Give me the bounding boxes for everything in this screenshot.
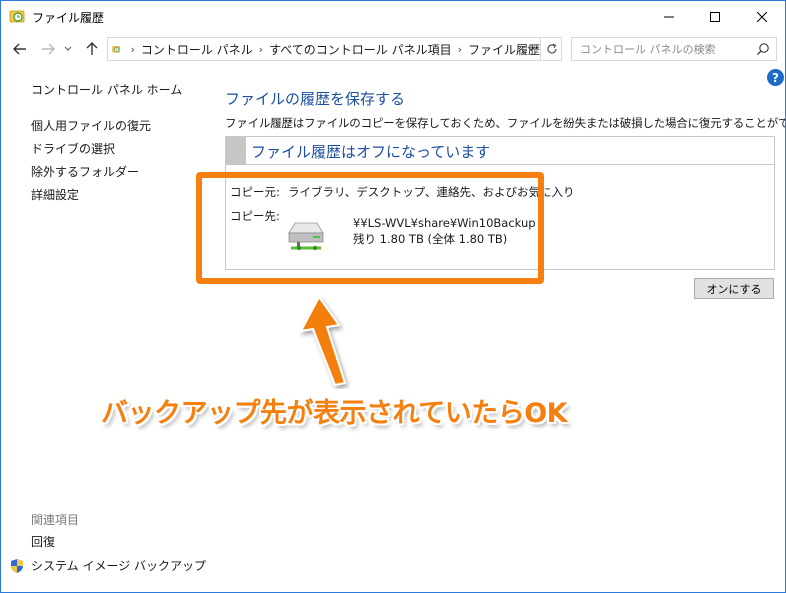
breadcrumb-separator-icon[interactable]: ›: [458, 43, 462, 56]
turn-on-button[interactable]: オンにする: [694, 278, 774, 299]
chevron-down-icon: [527, 46, 535, 52]
refresh-icon: [546, 43, 557, 54]
search-box[interactable]: [571, 37, 777, 61]
address-dropdown-button[interactable]: [521, 37, 541, 61]
system-image-backup-link[interactable]: システム イメージ バックアップ: [9, 557, 206, 574]
breadcrumb-separator-icon[interactable]: ›: [130, 43, 134, 56]
back-button[interactable]: [9, 38, 31, 60]
help-icon[interactable]: ?: [767, 69, 784, 86]
recent-locations-button[interactable]: [61, 38, 75, 60]
close-icon: [757, 11, 767, 22]
arrow-right-icon: [42, 43, 55, 55]
file-history-icon: [112, 46, 121, 53]
title-bar: ファイル履歴: [1, 1, 785, 32]
file-history-icon: [9, 10, 25, 23]
window-title: ファイル履歴: [32, 11, 105, 25]
minimize-icon: [664, 16, 674, 17]
minimize-button[interactable]: [646, 1, 692, 32]
page-title: ファイルの履歴を保存する: [225, 90, 406, 108]
restore-personal-files-link[interactable]: 個人用ファイルの復元: [31, 117, 151, 134]
breadcrumb-control-panel[interactable]: コントロール パネル: [141, 41, 253, 58]
forward-button[interactable]: [37, 38, 59, 60]
breadcrumb-separator-icon[interactable]: ›: [259, 43, 263, 56]
refresh-button[interactable]: [542, 37, 562, 61]
status-text: ファイル履歴はオフになっています: [251, 143, 491, 161]
file-history-window: ファイル履歴 › コントロール パネル › すべてのコントロール パネル項目 ›…: [0, 0, 786, 593]
related-heading: 関連項目: [31, 513, 80, 527]
advanced-settings-link[interactable]: 詳細設定: [31, 186, 79, 203]
search-input[interactable]: [580, 39, 760, 59]
related-section: 関連項目 回復: [31, 511, 80, 549]
status-header: ファイル履歴はオフになっています: [226, 137, 774, 165]
maximize-icon: [710, 11, 720, 22]
annotation-arrow-icon: [299, 295, 347, 387]
annotation-caption: バックアップ先が表示されていたらOK: [101, 398, 568, 429]
recovery-link[interactable]: 回復: [31, 533, 55, 550]
address-bar[interactable]: › コントロール パネル › すべてのコントロール パネル項目 › ファイル履歴: [107, 37, 541, 61]
exclude-folders-link[interactable]: 除外するフォルダー: [31, 163, 139, 180]
maximize-button[interactable]: [692, 1, 738, 32]
chevron-down-icon: [64, 46, 72, 51]
navigation-bar: › コントロール パネル › すべてのコントロール パネル項目 › ファイル履歴: [1, 35, 785, 63]
select-drive-link[interactable]: ドライブの選択: [31, 140, 115, 157]
uac-shield-icon: [11, 558, 23, 573]
annotation-highlight-box: [196, 172, 544, 284]
arrow-up-icon: [86, 42, 98, 55]
status-indicator: [226, 137, 246, 165]
close-button[interactable]: [739, 1, 785, 32]
arrow-left-icon: [13, 43, 26, 55]
up-button[interactable]: [81, 38, 103, 60]
control-panel-home-link[interactable]: コントロール パネル ホーム: [31, 81, 182, 98]
page-description: ファイル履歴はファイルのコピーを保存しておくため、ファイルを紛失または破損した場…: [225, 116, 786, 130]
breadcrumb-all-items[interactable]: すべてのコントロール パネル項目: [269, 41, 452, 58]
system-image-backup-label: システム イメージ バックアップ: [31, 559, 207, 573]
search-icon[interactable]: [756, 42, 770, 56]
